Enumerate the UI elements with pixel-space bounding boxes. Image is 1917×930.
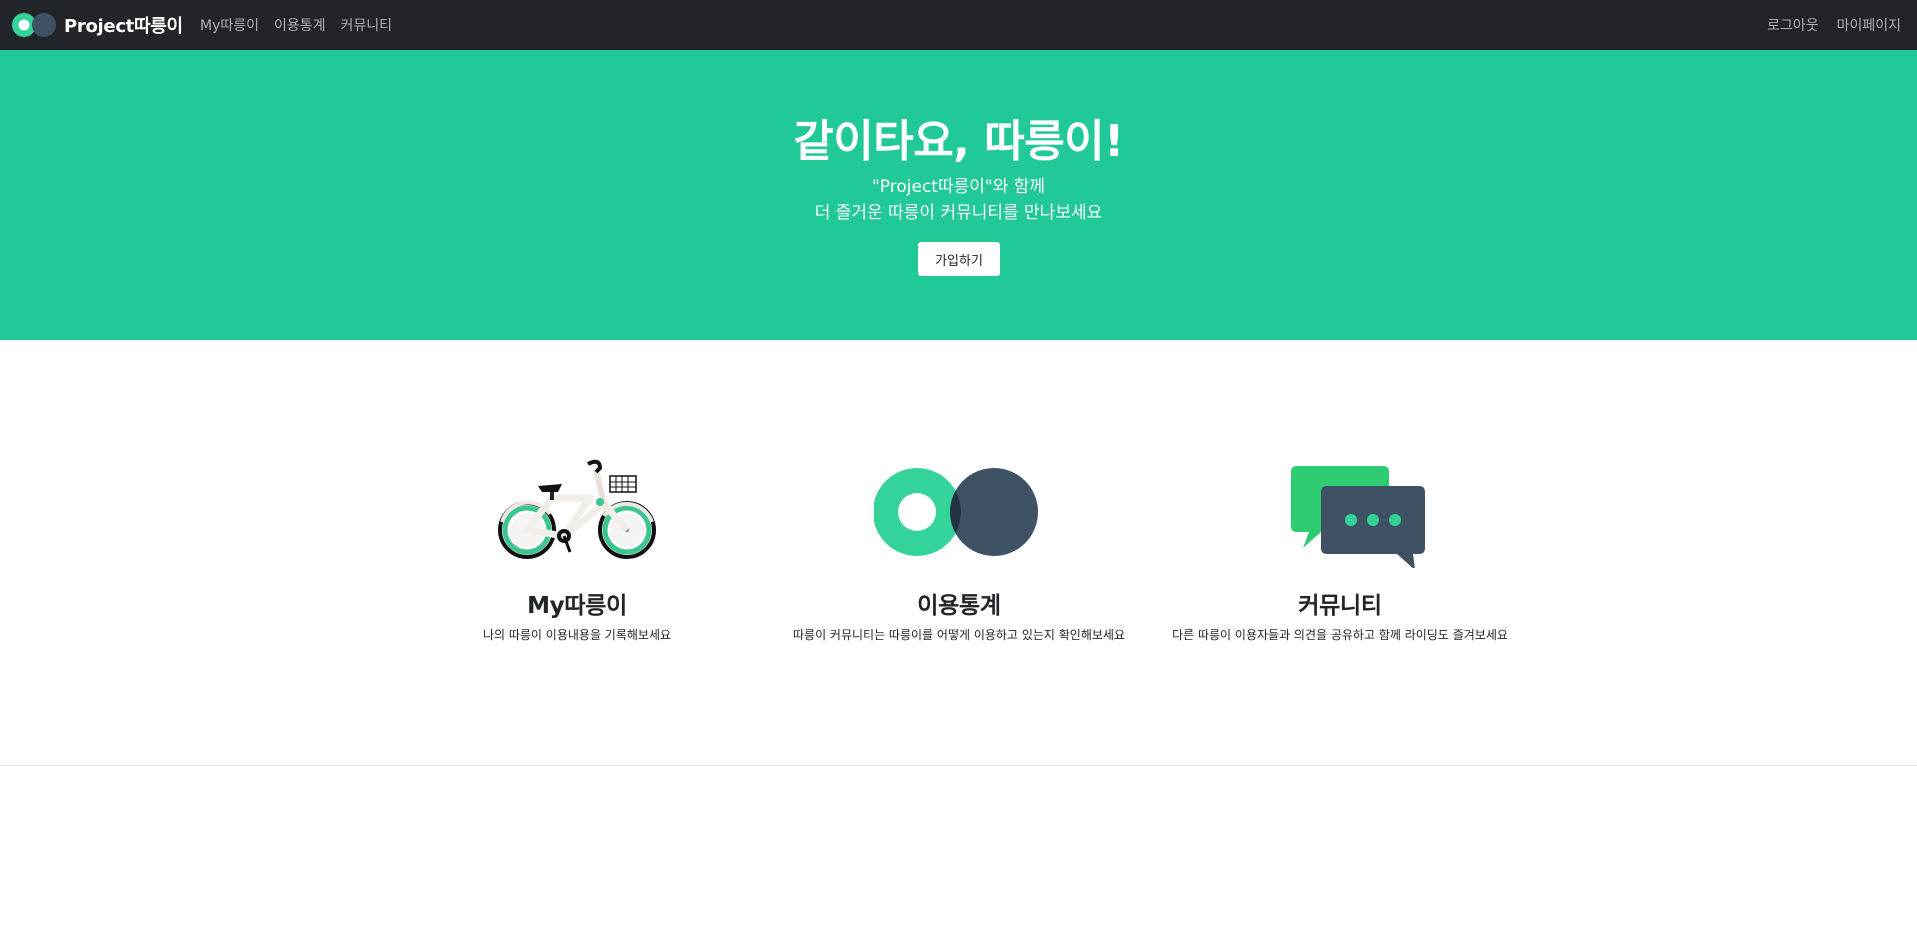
feature-description: 따릉이 커뮤니티는 따릉이를 어떻게 이용하고 있는지 확인해보세요: [792, 628, 1125, 642]
hero-section: 같이타요, 따릉이! "Project따릉이"와 함께 더 즐거운 따릉이 커뮤…: [0, 50, 1917, 340]
nav-left-group: My따릉이 이용통계 커뮤니티: [200, 0, 407, 50]
brand-link[interactable]: Project따릉이: [10, 10, 183, 40]
hero-title: 같이타요, 따릉이!: [793, 116, 1124, 167]
brand-name: Project따릉이: [64, 16, 183, 37]
feature-community: 커뮤니티 다른 따릉이 이용자들과 의견을 공유하고 함께 라이딩도 즐겨보세요: [1170, 456, 1510, 644]
statistics-circles-icon: [874, 468, 1038, 556]
feature-description: 다른 따릉이 이용자들과 의견을 공유하고 함께 라이딩도 즐겨보세요: [1172, 628, 1508, 642]
chat-bubbles-icon: [1291, 466, 1425, 568]
hero-subtitle-line1: "Project따릉이"와 함께: [871, 177, 1046, 197]
join-button[interactable]: 가입하기: [918, 242, 1000, 276]
section-divider: [0, 765, 1917, 766]
feature-title: My따릉이: [527, 593, 627, 619]
nav-link-my-ddareungi[interactable]: My따릉이: [200, 15, 259, 35]
feature-description: 나의 따릉이 이용내용을 기록해보세요: [482, 628, 672, 642]
bicycle-icon: [498, 459, 656, 559]
top-navbar: Project따릉이 My따릉이 이용통계 커뮤니티 로그아웃 마이페이지: [0, 0, 1917, 50]
nav-right-group: 로그아웃 마이페이지: [1749, 0, 1901, 50]
feature-my-ddareungi: My따릉이 나의 따릉이 이용내용을 기록해보세요: [407, 456, 747, 644]
feature-statistics: 이용통계 따릉이 커뮤니티는 따릉이를 어떻게 이용하고 있는지 확인해보세요: [789, 456, 1129, 644]
hero-subtitle-line2: 더 즐거운 따릉이 커뮤니티를 만나보세요: [814, 203, 1103, 223]
nav-link-logout[interactable]: 로그아웃: [1767, 15, 1819, 35]
nav-link-community[interactable]: 커뮤니티: [341, 15, 393, 35]
nav-link-mypage[interactable]: 마이페이지: [1837, 15, 1901, 35]
feature-title: 커뮤니티: [1298, 593, 1382, 619]
feature-title: 이용통계: [917, 593, 1001, 619]
brand-logo-icon: [12, 13, 56, 37]
nav-link-statistics[interactable]: 이용통계: [274, 15, 326, 35]
